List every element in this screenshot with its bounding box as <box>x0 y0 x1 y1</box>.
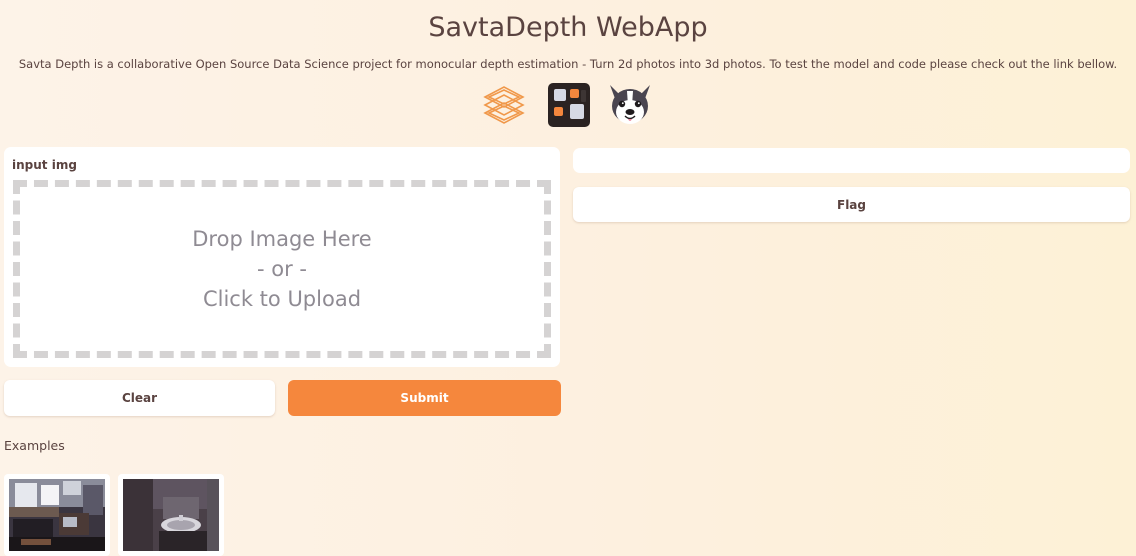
output-panel <box>573 148 1130 173</box>
input-image-panel: input img Drop Image Here - or - Click t… <box>4 147 560 367</box>
logo-row <box>0 82 1136 128</box>
flag-button[interactable]: Flag <box>573 187 1130 222</box>
submit-button[interactable]: Submit <box>288 380 561 416</box>
dropzone-text-drop: Drop Image Here <box>192 227 372 251</box>
clear-button[interactable]: Clear <box>4 380 275 416</box>
boston-terrier-logo-icon <box>610 85 650 124</box>
dvc-logo-icon <box>483 86 525 124</box>
bathroom-sink-photo <box>123 479 219 551</box>
page-description: Savta Depth is a collaborative Open Sour… <box>18 57 1118 71</box>
image-upload-dropzone[interactable]: Drop Image Here - or - Click to Upload <box>13 180 551 358</box>
example-bathroom-sink[interactable] <box>118 474 224 556</box>
dagshub-logo-icon <box>548 83 590 127</box>
example-office-room[interactable] <box>4 474 110 556</box>
page-title: SavtaDepth WebApp <box>428 12 708 43</box>
dropzone-text-click: Click to Upload <box>202 287 362 311</box>
dropzone-text-or: - or - <box>257 257 307 281</box>
office-room-photo <box>9 479 105 551</box>
examples-label: Examples <box>4 438 65 453</box>
input-image-label: input img <box>12 158 77 172</box>
